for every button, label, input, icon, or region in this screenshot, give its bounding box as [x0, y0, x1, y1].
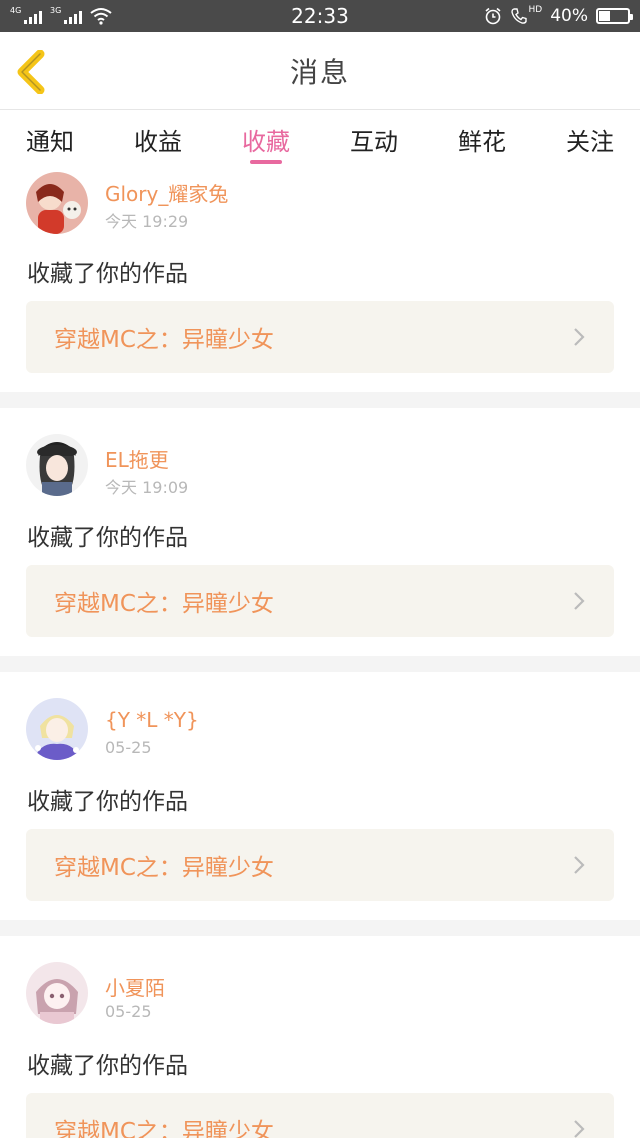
avatar[interactable] [26, 434, 88, 496]
tab-favorites[interactable]: 收藏 [242, 110, 290, 166]
work-link[interactable]: 穿越MC之：异瞳少女 [26, 829, 614, 901]
avatar-image [26, 962, 88, 1024]
header: 消息 [0, 32, 640, 110]
work-title: 穿越MC之：异瞳少女 [54, 855, 274, 881]
tab-interactions[interactable]: 互动 [350, 110, 398, 166]
chevron-right-icon [574, 856, 585, 874]
back-button[interactable] [14, 49, 54, 95]
chevron-left-icon [17, 49, 45, 95]
user-name[interactable]: 小夏陌 [105, 972, 165, 1001]
tab-notifications[interactable]: 通知 [26, 110, 74, 166]
timestamp: 05-25 [105, 738, 152, 757]
avatar[interactable] [26, 962, 88, 1024]
alarm-icon [484, 7, 501, 25]
hd-call-indicator: HD [510, 5, 543, 25]
signal-icon-2: 3G [50, 6, 82, 24]
timestamp: 今天 19:09 [105, 478, 189, 497]
message-list: Glory_耀家兔 今天 19:29 收藏了你的作品 穿越MC之：异瞳少女 EL… [0, 166, 640, 1138]
wifi-icon [90, 8, 112, 25]
list-item: {Y *L *Y} 05-25 收藏了你的作品 穿越MC之：异瞳少女 [0, 672, 640, 920]
tab-earnings[interactable]: 收益 [134, 110, 182, 166]
avatar-image [26, 172, 88, 234]
work-link[interactable]: 穿越MC之：异瞳少女 [26, 565, 614, 637]
phone-icon [510, 8, 527, 24]
work-link[interactable]: 穿越MC之：异瞳少女 [26, 1093, 614, 1138]
battery-fill [599, 11, 611, 21]
work-title: 穿越MC之：异瞳少女 [54, 327, 274, 353]
timestamp: 今天 19:29 [105, 212, 189, 231]
chevron-right-icon [574, 328, 585, 346]
avatar[interactable] [26, 172, 88, 234]
work-link[interactable]: 穿越MC之：异瞳少女 [26, 301, 614, 373]
user-name[interactable]: {Y *L *Y} [105, 708, 199, 732]
tab-follows[interactable]: 关注 [566, 110, 614, 166]
action-text: 收藏了你的作品 [27, 525, 188, 551]
network-type-1: 4G [10, 6, 22, 15]
avatar-image [26, 698, 88, 760]
chevron-right-icon [574, 1120, 585, 1138]
list-item: EL拖更 今天 19:09 收藏了你的作品 穿越MC之：异瞳少女 [0, 408, 640, 656]
signal-icon-1: 4G [10, 6, 42, 24]
avatar-image [26, 434, 88, 496]
status-left: 4G 3G [10, 6, 112, 25]
list-item: Glory_耀家兔 今天 19:29 收藏了你的作品 穿越MC之：异瞳少女 [0, 166, 640, 392]
user-name[interactable]: EL拖更 [105, 444, 169, 473]
page-title: 消息 [289, 55, 350, 89]
network-type-2: 3G [50, 6, 62, 15]
battery-percent: 40% [550, 6, 588, 26]
avatar[interactable] [26, 698, 88, 760]
chevron-right-icon [574, 592, 585, 610]
tab-flowers[interactable]: 鲜花 [458, 110, 506, 166]
work-title: 穿越MC之：异瞳少女 [54, 591, 274, 617]
hd-label: HD [528, 5, 543, 15]
status-right: HD 40% [484, 5, 633, 26]
battery-icon [596, 8, 633, 24]
tab-bar: 通知 收益 收藏 互动 鲜花 关注 [0, 110, 640, 166]
timestamp: 05-25 [105, 1002, 152, 1021]
list-item: 小夏陌 05-25 收藏了你的作品 穿越MC之：异瞳少女 [0, 936, 640, 1138]
user-name[interactable]: Glory_耀家兔 [105, 178, 228, 207]
work-title: 穿越MC之：异瞳少女 [54, 1119, 274, 1138]
action-text: 收藏了你的作品 [27, 789, 188, 815]
status-bar: 4G 3G 22:33 HD 40% [0, 0, 640, 32]
action-text: 收藏了你的作品 [27, 1053, 188, 1079]
action-text: 收藏了你的作品 [27, 261, 188, 287]
